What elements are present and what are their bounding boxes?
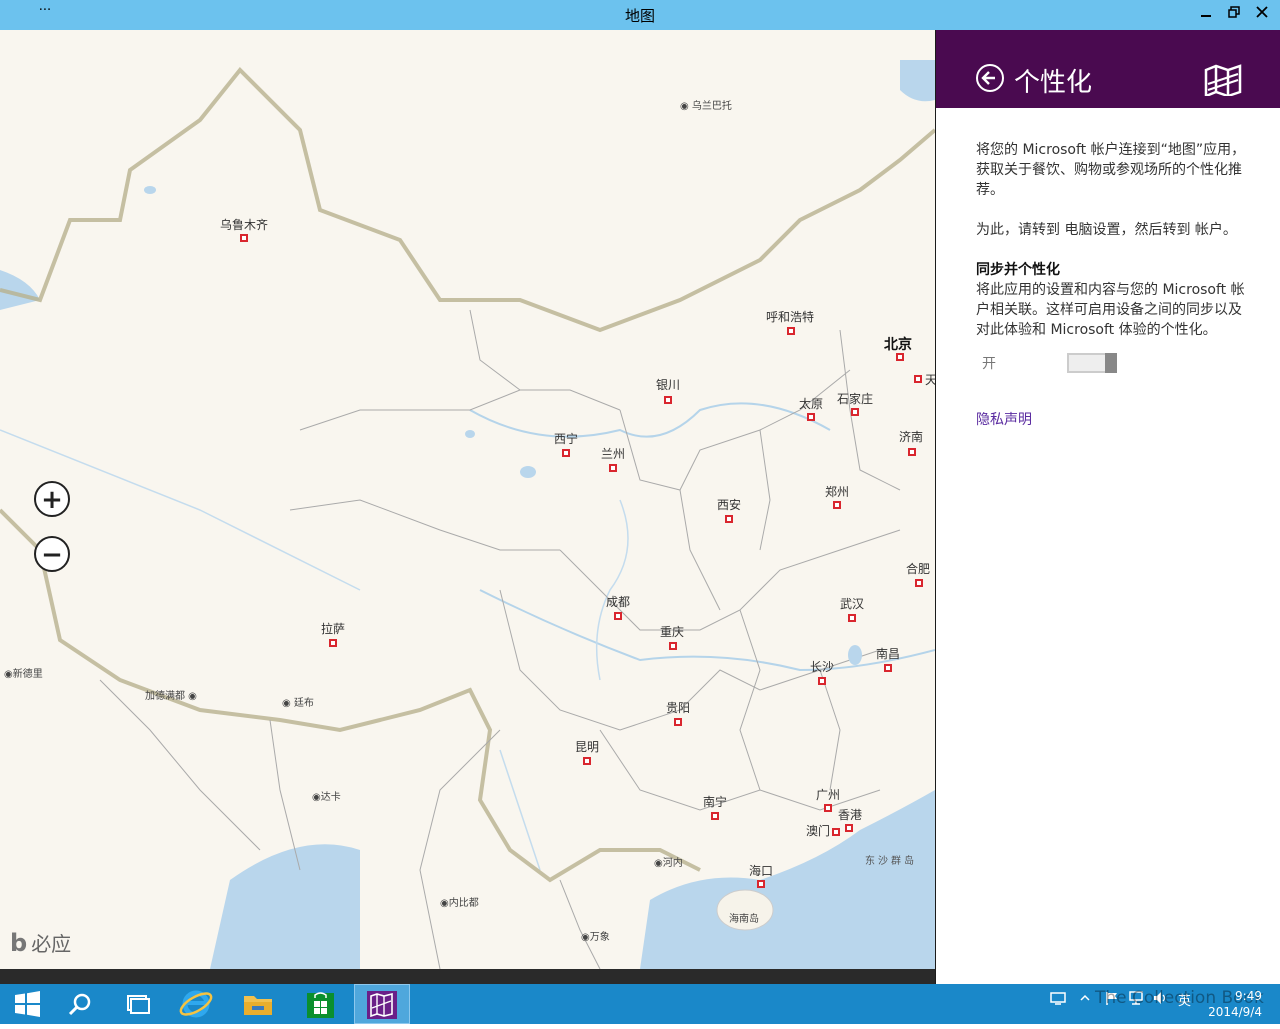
minimize-icon	[1201, 15, 1211, 17]
city-label[interactable]: 拉萨	[321, 620, 345, 637]
city-label[interactable]: 武汉	[840, 595, 864, 612]
city-label[interactable]: 北京	[884, 334, 912, 354]
city-label[interactable]: 成都	[606, 593, 630, 610]
city-label[interactable]: 海口	[749, 862, 773, 879]
taskbar: 英 The Collection Book 9:49 2014/9/4	[0, 984, 1280, 1024]
flyout-body: 将您的 Microsoft 帐户连接到“地图”应用，获取关于餐饮、购物或参观场所…	[976, 140, 1246, 430]
city-label[interactable]: 济南	[899, 428, 923, 445]
city-label[interactable]: 澳门	[806, 822, 830, 839]
city-label[interactable]: 广州	[816, 786, 840, 803]
map-bottom-bar	[0, 969, 935, 984]
title-bar: ··· 地图	[0, 0, 1280, 30]
show-hidden-icons-icon[interactable]	[1079, 992, 1091, 1008]
sync-section-title: 同步并个性化	[976, 262, 1060, 278]
search-button[interactable]	[52, 984, 108, 1024]
close-button[interactable]	[1252, 6, 1272, 24]
close-icon	[1256, 6, 1268, 18]
map-canvas[interactable]: ◉ 乌兰巴托 乌鲁木齐 呼和浩特 北京 天 银川 太原 石家庄 济南 西宁 兰州…	[0, 30, 935, 969]
city-label[interactable]: 南昌	[876, 645, 900, 662]
sync-section-description: 将此应用的设置和内容与您的 Microsoft 帐户相关联。这样可启用设备之间的…	[976, 282, 1245, 338]
folder-icon	[244, 996, 272, 1015]
sync-toggle[interactable]	[1067, 353, 1117, 373]
city-label[interactable]: 贵阳	[666, 699, 690, 716]
maps-icon	[367, 991, 397, 1019]
bing-text: 必应	[31, 932, 72, 956]
account-instructions: 为此，请转到 电脑设置，然后转到 帐户。	[976, 222, 1237, 238]
restore-button[interactable]	[1224, 6, 1244, 24]
city-label[interactable]: 昆明	[575, 738, 599, 755]
account-description: 将您的 Microsoft 帐户连接到“地图”应用，获取关于餐饮、购物或参观场所…	[976, 142, 1246, 198]
city-label[interactable]: 银川	[656, 376, 680, 393]
clock-date: 2014/9/4	[1208, 1005, 1262, 1019]
bing-logo: b 必应	[10, 928, 71, 957]
privacy-link[interactable]: 隐私声明	[976, 410, 1246, 430]
clock[interactable]: 9:49 2014/9/4	[1208, 988, 1262, 1020]
city-label[interactable]: ◉新德里	[4, 665, 43, 680]
toggle-knob[interactable]	[1105, 353, 1117, 373]
city-label[interactable]: ◉万象	[581, 928, 610, 943]
clock-time: 9:49	[1235, 989, 1262, 1003]
maps-app-icon	[1204, 64, 1242, 96]
city-label[interactable]: 太原	[799, 395, 823, 412]
flyout-header: 个性化	[936, 30, 1280, 108]
city-label[interactable]: 石家庄	[837, 390, 873, 407]
window-title: 地图	[624, 7, 655, 25]
search-icon	[68, 993, 91, 1016]
map-terrain	[0, 60, 935, 969]
settings-flyout: 个性化 将您的 Microsoft 帐户连接到“地图”应用，获取关于餐饮、购物或…	[935, 30, 1280, 984]
city-label[interactable]: 兰州	[601, 445, 625, 462]
city-label[interactable]: 重庆	[660, 623, 684, 640]
task-view-icon	[127, 995, 150, 1014]
city-label[interactable]: 南宁	[703, 793, 727, 810]
minimize-button[interactable]	[1196, 6, 1216, 24]
task-view-button[interactable]	[109, 984, 165, 1024]
back-button[interactable]	[976, 64, 1004, 92]
city-label[interactable]: 西宁	[554, 430, 578, 447]
sea-label: 东沙群岛	[865, 856, 917, 867]
city-label[interactable]: 合肥	[906, 560, 930, 577]
toggle-state-label: 开	[982, 356, 996, 372]
store-button[interactable]	[292, 984, 348, 1024]
windows-logo-icon	[15, 991, 40, 1017]
city-label[interactable]: 呼和浩特	[766, 308, 814, 325]
city-label[interactable]: ◉达卡	[312, 788, 341, 803]
city-label[interactable]: 加德满都 ◉	[145, 687, 197, 702]
bing-icon: b	[10, 929, 28, 957]
city-label[interactable]: ◉内比都	[440, 894, 479, 909]
restore-icon	[1228, 6, 1240, 18]
start-button[interactable]	[0, 984, 56, 1024]
city-label[interactable]: 乌鲁木齐	[220, 216, 268, 233]
flyout-title: 个性化	[1014, 68, 1093, 98]
city-label[interactable]: 长沙	[810, 658, 834, 675]
internet-explorer-button[interactable]	[168, 984, 224, 1024]
maps-taskbar-button[interactable]	[354, 984, 410, 1024]
city-label[interactable]: 香港	[838, 806, 862, 823]
city-label[interactable]: 天	[925, 371, 935, 388]
back-arrow-icon	[981, 71, 995, 85]
internet-explorer-icon	[179, 990, 213, 1018]
zoom-out-button[interactable]: −	[34, 536, 70, 572]
city-label[interactable]: 西安	[717, 496, 741, 513]
action-center-icon[interactable]	[1050, 990, 1066, 1010]
city-label[interactable]: 郑州	[825, 483, 849, 500]
city-label[interactable]: ◉ 廷布	[282, 694, 314, 709]
sync-toggle-row: 开	[976, 350, 1246, 380]
city-label[interactable]: 海南岛	[729, 910, 759, 925]
file-explorer-button[interactable]	[230, 984, 286, 1024]
city-label[interactable]: ◉河内	[654, 854, 683, 869]
city-label[interactable]: ◉ 乌兰巴托	[680, 97, 732, 112]
store-icon	[307, 992, 334, 1018]
zoom-in-button[interactable]: +	[34, 481, 70, 517]
